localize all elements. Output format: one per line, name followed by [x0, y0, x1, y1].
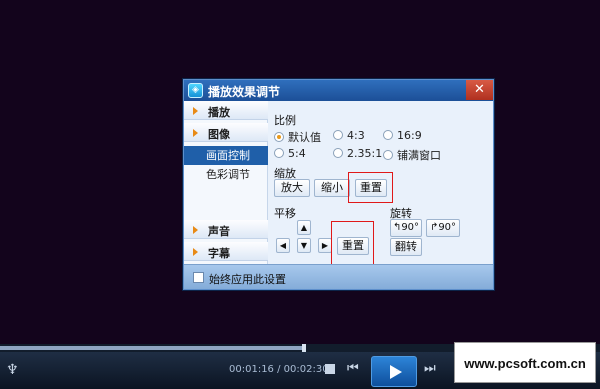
- sidebar-category-label: 声音: [208, 225, 230, 238]
- always-apply-label[interactable]: 始终应用此设置: [209, 271, 286, 287]
- dialog-footer: 始终应用此设置: [184, 264, 493, 289]
- play-button[interactable]: [371, 356, 417, 387]
- sidebar-category-audio[interactable]: 声音: [184, 220, 268, 239]
- radio-label: 5:4: [288, 147, 306, 160]
- sidebar-item-color-adjust[interactable]: 色彩调节: [184, 165, 268, 184]
- always-apply-checkbox[interactable]: [193, 272, 204, 283]
- sidebar-category-label: 字幕: [208, 247, 230, 260]
- radio-button[interactable]: [274, 148, 284, 158]
- ratio-label: 比例: [274, 114, 296, 127]
- player-settings-icon: ◈: [188, 83, 203, 98]
- stop-icon[interactable]: [325, 364, 335, 374]
- progress-thumb[interactable]: [302, 344, 307, 352]
- spotlight-icon[interactable]: ♆: [6, 362, 19, 378]
- watermark: www.pcsoft.com.cn: [454, 342, 596, 383]
- close-button[interactable]: ✕: [466, 80, 493, 100]
- radio-button[interactable]: [274, 132, 284, 142]
- zoom-in-button[interactable]: 放大: [274, 179, 310, 197]
- highlight-box: [348, 172, 393, 203]
- pan-up-button[interactable]: ▲: [297, 220, 311, 235]
- dialog-title: 播放效果调节: [208, 85, 281, 99]
- settings-content: 比例 默认值 4:3 16:9 5:4 2.35:1 铺满窗口 缩放 放大 缩小…: [268, 101, 493, 271]
- radio-label: 16:9: [397, 129, 422, 142]
- play-icon: [390, 365, 402, 379]
- expand-arrow-icon: [193, 107, 198, 115]
- radio-button[interactable]: [333, 130, 343, 140]
- pan-down-button[interactable]: ▼: [297, 238, 311, 253]
- radio-button[interactable]: [333, 148, 343, 158]
- settings-sidebar: 播放 图像 画面控制 色彩调节 声音 字幕: [184, 101, 268, 264]
- flip-button[interactable]: 翻转: [390, 238, 422, 256]
- expand-arrow-icon: [193, 248, 198, 256]
- sidebar-category-playback[interactable]: 播放: [184, 101, 268, 120]
- next-icon[interactable]: ⏭: [424, 361, 436, 376]
- progress-fill: [0, 346, 305, 350]
- sidebar-item-picture-control[interactable]: 画面控制: [184, 146, 268, 165]
- ratio-option-5-4[interactable]: 5:4: [274, 147, 306, 160]
- pan-left-button[interactable]: ◀: [276, 238, 290, 253]
- ratio-option-2-35-1[interactable]: 2.35:1: [333, 147, 382, 160]
- radio-label: 默认值: [288, 131, 321, 144]
- previous-icon[interactable]: ⏮: [347, 361, 359, 376]
- ratio-option-16-9[interactable]: 16:9: [383, 129, 422, 142]
- zoom-out-button[interactable]: 缩小: [314, 179, 350, 197]
- radio-label: 2.35:1: [347, 147, 383, 160]
- sidebar-category-label: 播放: [208, 106, 230, 119]
- pan-label: 平移: [274, 207, 296, 220]
- expand-arrow-icon: [193, 226, 198, 234]
- ratio-option-4-3[interactable]: 4:3: [333, 129, 365, 142]
- sidebar-category-label: 图像: [208, 128, 230, 141]
- playback-effects-dialog: ◈ 播放效果调节 ✕ 播放 图像 画面控制 色彩调节 声音 字幕 比例 默认值 …: [183, 79, 494, 290]
- ratio-option-default[interactable]: 默认值: [274, 129, 321, 145]
- radio-button[interactable]: [383, 130, 393, 140]
- radio-label: 4:3: [347, 129, 365, 142]
- pan-right-button[interactable]: ▶: [318, 238, 332, 253]
- dialog-title-bar[interactable]: ◈ 播放效果调节 ✕: [184, 80, 493, 101]
- sidebar-category-subtitle[interactable]: 字幕: [184, 242, 268, 261]
- expand-arrow-icon: [193, 129, 198, 137]
- rotate-left-button[interactable]: ↰90°: [390, 219, 422, 237]
- rotate-right-button[interactable]: ↱90°: [426, 219, 460, 237]
- radio-button[interactable]: [383, 150, 393, 160]
- playback-time: 00:01:16 / 00:02:30: [229, 364, 329, 375]
- ratio-option-fill-window[interactable]: 铺满窗口: [383, 147, 441, 163]
- radio-label: 铺满窗口: [397, 149, 441, 162]
- sidebar-category-image[interactable]: 图像: [184, 123, 268, 142]
